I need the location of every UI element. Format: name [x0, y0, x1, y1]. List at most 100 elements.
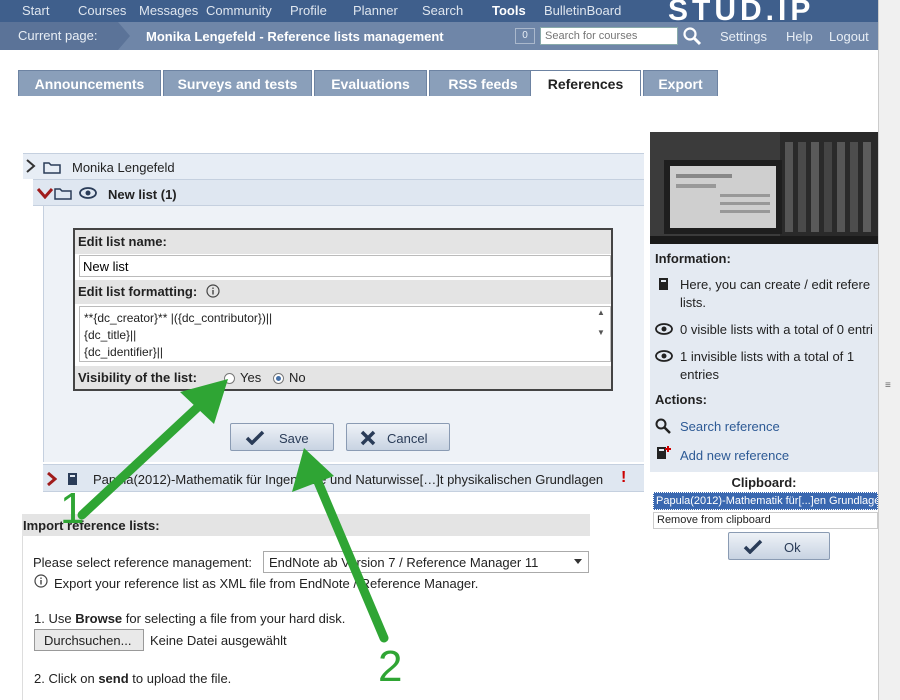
edit-list-form: Edit list name: Edit list formatting: **… — [73, 228, 613, 391]
nav-profile[interactable]: Profile — [290, 3, 327, 18]
list-name-input[interactable] — [79, 255, 611, 277]
search-icon[interactable] — [682, 26, 702, 46]
notification-badge[interactable]: 0 — [515, 28, 535, 44]
folder-icon — [43, 162, 61, 174]
sidebar-library-image — [650, 132, 878, 244]
visibility-yes-radio[interactable] — [224, 373, 235, 384]
browse-button[interactable]: Durchsuchen... — [34, 629, 144, 651]
visible-lists-text: 0 visible lists with a total of 0 entri — [680, 322, 873, 337]
reference-row[interactable]: Papula(2012)-Mathematik für Ingenieure u… — [43, 464, 644, 492]
chevron-right-icon[interactable] — [25, 159, 37, 173]
visibility-yes-label[interactable]: Yes — [240, 370, 261, 385]
info-icon — [34, 574, 48, 588]
visibility-no-radio[interactable] — [273, 373, 284, 384]
step1-text: 1. Use Browse for selecting a file from … — [34, 611, 345, 626]
edit-format-header: Edit list formatting: — [75, 280, 611, 304]
clipboard-header: Clipboard: — [731, 475, 797, 490]
textarea-scrollbar[interactable]: ▲ ▼ — [597, 308, 609, 360]
info-text-line-2: lists. — [680, 295, 706, 310]
cancel-button-label: Cancel — [387, 431, 428, 446]
chevron-down-icon[interactable] — [37, 187, 53, 199]
invisible-lists-line-1: 1 invisible lists with a total of 1 — [680, 349, 855, 364]
search-reference-link[interactable]: Search reference — [680, 418, 780, 436]
reference-manager-select[interactable]: EndNote ab Version 7 / Reference Manager… — [263, 551, 589, 573]
cancel-button[interactable]: Cancel — [346, 423, 450, 451]
format-line: {dc_identifier}|| — [84, 345, 163, 359]
nav-messages[interactable]: Messages — [139, 3, 198, 18]
breadcrumb-arrow — [118, 22, 130, 50]
library-photo-icon — [650, 132, 878, 244]
nav-bulletinboard[interactable]: BulletinBoard — [544, 3, 621, 18]
clipboard-selected-item[interactable]: Papula(2012)-Mathematik für[...]en Grund… — [653, 492, 878, 510]
edit-name-header: Edit list name: — [75, 230, 611, 254]
ok-button[interactable]: Ok — [728, 532, 830, 560]
dropdown-arrow-icon[interactable] — [574, 559, 582, 564]
chevron-right-icon[interactable] — [47, 472, 57, 486]
folder-open-icon — [54, 188, 72, 200]
format-line: {dc_title}|| — [84, 328, 137, 342]
book-icon — [659, 278, 668, 290]
step1-suffix: for selecting a file from your hard disk… — [122, 611, 346, 626]
eye-icon[interactable] — [79, 187, 97, 199]
format-line: **{dc_creator}** |({dc_contributor})|| — [84, 311, 273, 325]
window-scrollbar[interactable]: ≡ — [878, 0, 900, 700]
help-link[interactable]: Help — [786, 29, 813, 44]
save-button[interactable]: Save — [230, 423, 334, 451]
ok-button-label: Ok — [784, 540, 801, 555]
visibility-row: Visibility of the list: Yes No — [75, 366, 611, 389]
current-page-label: Current page: — [0, 22, 118, 50]
import-header: Import reference lists: — [22, 514, 590, 536]
nav-courses[interactable]: Courses — [78, 3, 126, 18]
cross-icon — [360, 430, 376, 446]
tree-list-row[interactable]: New list (1) — [33, 179, 644, 206]
add-reference-link[interactable]: Add new reference — [680, 447, 789, 465]
info-header: Information: — [655, 251, 731, 266]
checkmark-icon — [245, 430, 265, 445]
tab-rss-feeds[interactable]: RSS feeds — [429, 70, 537, 96]
add-book-icon[interactable] — [656, 445, 672, 461]
edit-format-header-text: Edit list formatting: — [78, 284, 198, 299]
nav-start[interactable]: Start — [22, 3, 49, 18]
step1-bold: Browse — [75, 611, 123, 626]
tab-evaluations[interactable]: Evaluations — [314, 70, 427, 96]
nav-planner[interactable]: Planner — [353, 3, 398, 18]
annotation-number-1: 1 — [60, 484, 85, 533]
tab-references[interactable]: References — [530, 70, 641, 98]
tab-export[interactable]: Export — [643, 70, 718, 96]
nav-tools[interactable]: Tools — [492, 3, 526, 18]
no-file-label: Keine Datei ausgewählt — [150, 633, 287, 648]
step2-prefix: 2. Click on — [34, 671, 99, 686]
search-icon[interactable] — [655, 418, 671, 434]
nav-search[interactable]: Search — [422, 3, 463, 18]
tab-surveys-and-tests[interactable]: Surveys and tests — [163, 70, 312, 96]
invisible-lists-line-2: entries — [680, 367, 720, 382]
list-name-label[interactable]: New list (1) — [108, 187, 177, 202]
eye-icon — [655, 323, 673, 335]
annotation-number-2: 2 — [378, 642, 403, 691]
actions-header: Actions: — [655, 392, 707, 407]
info-icon[interactable] — [206, 284, 220, 298]
clipboard-remove-option[interactable]: Remove from clipboard — [653, 512, 878, 529]
tree-root-label[interactable]: Monika Lengefeld — [72, 160, 175, 175]
settings-link[interactable]: Settings — [720, 29, 767, 44]
search-input[interactable] — [540, 27, 678, 45]
save-button-label: Save — [279, 431, 309, 446]
tab-announcements[interactable]: Announcements — [18, 70, 161, 96]
visibility-no-label[interactable]: No — [289, 370, 306, 385]
nav-community[interactable]: Community — [206, 3, 272, 18]
tree-root-row[interactable]: Monika Lengefeld — [23, 153, 644, 179]
scroll-up-icon[interactable]: ▲ — [597, 308, 605, 317]
eye-icon — [655, 350, 673, 362]
step2-bold: send — [98, 671, 129, 686]
step1-prefix: 1. Use — [34, 611, 76, 626]
visibility-label: Visibility of the list: — [78, 370, 197, 385]
reference-manager-value: EndNote ab Version 7 / Reference Manager… — [269, 555, 539, 570]
scroll-down-icon[interactable]: ▼ — [597, 328, 605, 337]
select-reference-label: Please select reference management: — [33, 555, 252, 570]
reference-title[interactable]: Papula(2012)-Mathematik für Ingenieure u… — [93, 472, 603, 487]
list-format-textarea[interactable]: **{dc_creator}** |({dc_contributor})|| {… — [79, 306, 611, 362]
top-navigation: Start Courses Messages Community Profile… — [0, 0, 878, 27]
scroll-grip-icon[interactable]: ≡ — [885, 380, 891, 391]
logout-link[interactable]: Logout — [829, 29, 869, 44]
step2-suffix: to upload the file. — [128, 671, 232, 686]
